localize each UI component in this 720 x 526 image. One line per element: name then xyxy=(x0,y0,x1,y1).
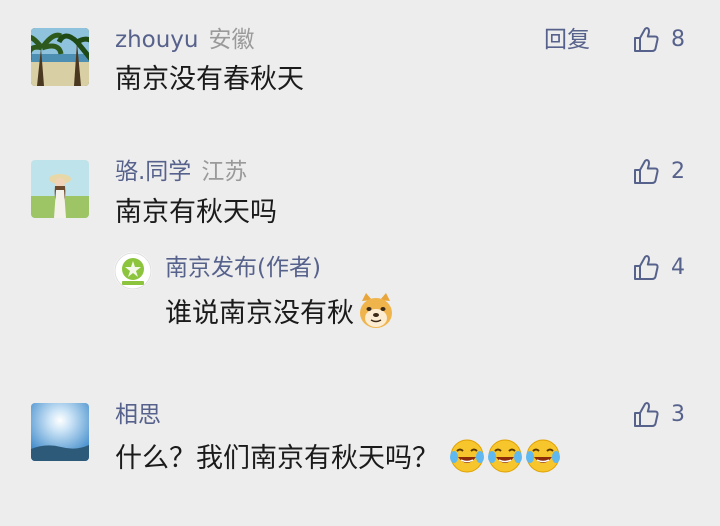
laugh-cry-emoji xyxy=(449,438,485,474)
like-count: 3 xyxy=(671,402,685,427)
commenter-name[interactable]: 相思 xyxy=(115,402,161,428)
like-button[interactable]: 3 xyxy=(631,400,685,430)
comment-header: 相思 xyxy=(115,400,161,430)
laugh-cry-emoji xyxy=(525,438,561,474)
sky-sun-avatar[interactable] xyxy=(31,403,89,461)
comment-item: 相思 什么？我们南京有秋天吗？ 3 xyxy=(0,0,720,526)
laugh-cry-emoji xyxy=(487,438,523,474)
thumbs-up-icon xyxy=(631,400,661,430)
comment-text-content: 什么？我们南京有秋天吗？ xyxy=(115,443,439,474)
comment-text: 什么？我们南京有秋天吗？ xyxy=(115,438,561,477)
